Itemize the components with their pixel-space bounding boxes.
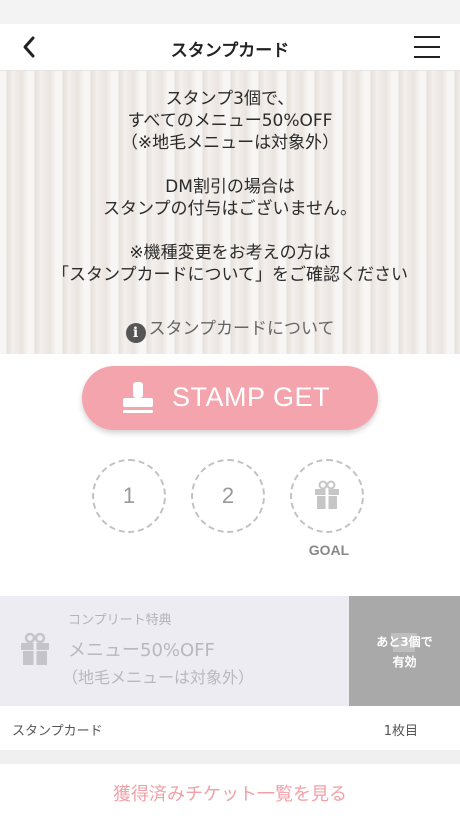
gift-icon <box>21 632 49 665</box>
reward-caption: コンプリート特典 <box>68 613 172 628</box>
nav-bar: スタンプカード <box>0 24 460 71</box>
info-icon: i <box>125 323 146 343</box>
notice-text: スタンプ3個で、 すべてのメニュー50%OFF （※地毛メニューは対象外） DM… <box>0 88 460 286</box>
stamp-icon <box>123 382 153 413</box>
reward-title: メニュー50%OFF <box>68 640 215 661</box>
notice-line: 「スタンプカードについて」をご確認ください <box>52 265 408 285</box>
hamburger-menu-icon[interactable] <box>414 36 440 58</box>
about-link-label: スタンプカードについて <box>148 319 335 339</box>
notice-line: （※地毛メニューは対象外） <box>120 133 340 153</box>
card-label: スタンプカード <box>12 724 103 739</box>
status-line: あと3個で <box>376 635 433 649</box>
reward-status-badge: あと3個で 有効 <box>349 596 460 706</box>
notice-line: スタンプ3個で、 <box>165 89 295 109</box>
stamp-slot-number: 2 <box>221 483 235 508</box>
gift-icon <box>315 480 339 510</box>
stamp-slot-goal <box>290 459 364 533</box>
reward-status-text: あと3個で 有効 <box>349 632 460 672</box>
notice-line: スタンプの付与はございません。 <box>103 199 357 219</box>
status-line: 有効 <box>392 655 417 669</box>
card-count: 1枚目 <box>383 724 418 739</box>
stamp-card-info-row: スタンプカード 1枚目 <box>0 706 460 750</box>
status-bar <box>0 0 460 24</box>
reward-note: （地毛メニューは対象外） <box>62 668 255 687</box>
goal-label: GOAL <box>308 542 350 558</box>
view-tickets-link[interactable]: 獲得済みチケット一覧を見る <box>0 780 460 806</box>
stamp-get-label: STAMP GET <box>172 382 331 412</box>
stamp-slot-number: 1 <box>122 483 136 508</box>
page-title: スタンプカード <box>170 41 290 61</box>
notice-line: DM割引の場合は <box>165 177 295 197</box>
notice-line: すべてのメニュー50%OFF <box>127 111 333 131</box>
notice-panel: スタンプ3個で、 すべてのメニュー50%OFF （※地毛メニューは対象外） DM… <box>0 71 460 354</box>
divider <box>0 750 460 764</box>
stamp-slot-2: 2 <box>191 459 265 533</box>
complete-reward-card: コンプリート特典 メニュー50%OFF （地毛メニューは対象外） <box>0 596 349 706</box>
stamp-get-button[interactable]: STAMP GET <box>82 366 378 430</box>
about-stamp-card-link[interactable]: i スタンプカードについて <box>0 314 460 343</box>
stamp-slot-1: 1 <box>92 459 166 533</box>
notice-line: ※機種変更をお考えの方は <box>129 243 331 263</box>
